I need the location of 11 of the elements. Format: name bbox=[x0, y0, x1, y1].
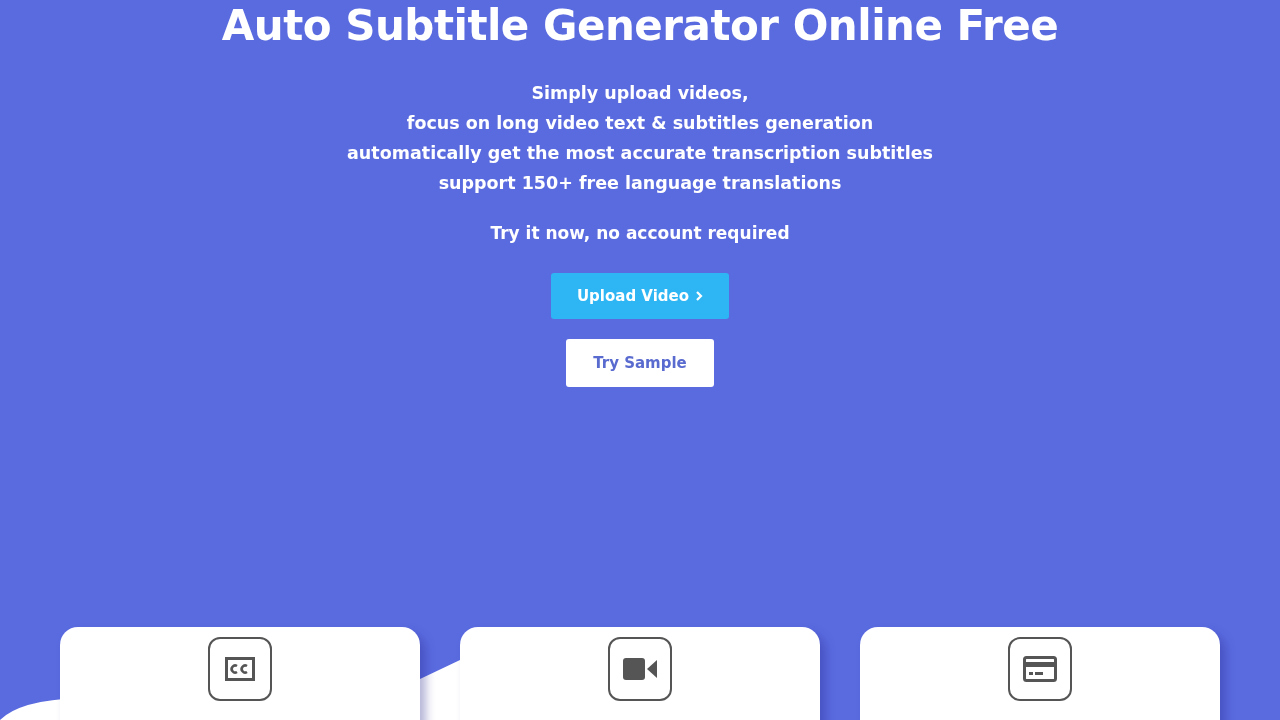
tagline: support 150+ free language translations bbox=[438, 172, 842, 195]
page-title: Auto Subtitle Generator Online Free bbox=[221, 0, 1059, 52]
captions-icon bbox=[225, 657, 255, 681]
tagline: automatically get the most accurate transcription subtitles bbox=[347, 142, 933, 165]
credit-card-icon bbox=[1023, 656, 1057, 682]
video-camera-icon bbox=[623, 657, 657, 681]
tagline: Simply upload videos, bbox=[531, 82, 749, 105]
chevron-icon bbox=[695, 291, 704, 301]
try-sample-button[interactable]: Try Sample bbox=[566, 339, 714, 387]
note-text: Try it now, no account required bbox=[490, 222, 790, 244]
tagline: focus on long video text & subtitles generation bbox=[406, 112, 874, 135]
